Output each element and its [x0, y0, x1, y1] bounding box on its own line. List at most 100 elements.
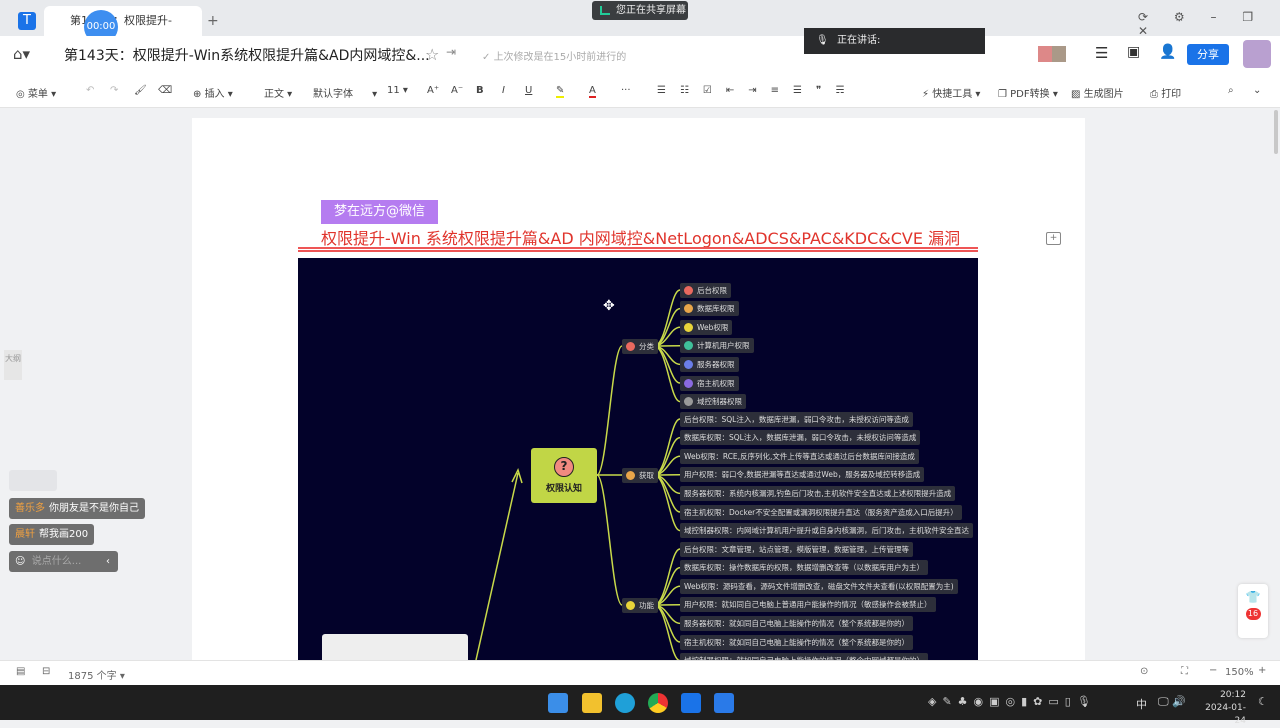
file-explorer-icon[interactable] [582, 693, 602, 713]
word-count[interactable]: 1875 个字 ▾ [68, 667, 125, 682]
paragraph-style-select[interactable]: 正文 ▾ [264, 85, 292, 100]
document-heading[interactable]: 权限提升-Win 系统权限提升篇&AD 内网域控&NetLogon&ADCS&P… [321, 225, 960, 249]
pdf-convert-button[interactable]: ❐ PDF转换 ▾ [998, 85, 1058, 100]
edge-icon[interactable] [615, 693, 635, 713]
star-icon[interactable]: ☆ [425, 45, 439, 64]
doc-title[interactable]: 第143天：权限提升-Win系统权限提升篇&AD内网域控&... [64, 45, 430, 65]
tencent-docs-icon[interactable] [681, 693, 701, 713]
number-marker-icon [684, 286, 693, 295]
mindmap-branch-1: 分类 [622, 339, 658, 354]
mindmap-branch-2: 获取 [622, 468, 658, 483]
play-icon[interactable]: ⊙ [1140, 666, 1148, 677]
notification-icon[interactable]: ☾ [1258, 695, 1268, 708]
menu-icon[interactable]: ☰ [1095, 44, 1108, 62]
volume-icon[interactable]: 🖵 🔊 [1158, 695, 1186, 709]
mindmap-item: 后台权限 [680, 283, 731, 298]
zoom-out-button[interactable]: − [1209, 665, 1217, 676]
redo-icon[interactable]: ↷ [110, 85, 118, 96]
mindmap-item: 数据库权限 [680, 301, 739, 316]
mindmap-item: 用户权限：就如同自己电脑上普通用户能操作的情况（敏感操作会被禁止） [680, 597, 936, 612]
chrome-icon[interactable] [648, 693, 668, 713]
collapse-chat-icon[interactable]: ‹ [106, 551, 110, 572]
app-logo[interactable]: T [18, 12, 36, 30]
search-icon[interactable]: ⌕ [1228, 85, 1234, 96]
ime-indicator[interactable]: 中 [1136, 696, 1147, 712]
settings-icon[interactable]: ⚙ [1174, 10, 1185, 24]
add-comment-icon[interactable]: + [1046, 232, 1061, 245]
collapse-toolbar-icon[interactable]: ⌄ [1253, 85, 1261, 96]
font-grow-icon[interactable]: A⁺ [427, 85, 439, 96]
restore-button[interactable]: ❐ [1242, 10, 1253, 24]
share-button[interactable]: 分享 [1187, 44, 1229, 65]
insert-button[interactable]: ⊕ 插入 ▾ [193, 85, 233, 100]
highlight-icon[interactable]: ✎ [556, 85, 564, 98]
add-user-icon[interactable]: 👤 [1159, 44, 1176, 60]
start-icon[interactable] [548, 693, 568, 713]
home-icon[interactable]: ⌂▾ [13, 45, 30, 63]
print-button[interactable]: ⎙ 打印 [1150, 85, 1181, 100]
sub-node-arrow [476, 473, 518, 660]
meeting-icon[interactable] [714, 693, 734, 713]
system-tray-icons[interactable]: ◈✎♣◉▣◎▮✿▭▯🎙 [928, 695, 1097, 708]
font-shrink-icon[interactable]: A⁻ [451, 85, 463, 96]
present-icon[interactable]: ▣ [1127, 44, 1140, 60]
screen-share-indicator[interactable]: 您正在共享屏幕 [592, 1, 688, 20]
mindmap-item: 计算机用户权限 [680, 338, 754, 353]
number-marker-icon [684, 360, 693, 369]
collaborator-avatars[interactable] [1038, 46, 1066, 62]
move-icon[interactable]: ⇥ [446, 45, 456, 59]
mindmap-item: 数据库权限：SQL注入，数据库泄漏，弱口令攻击，未授权访问等造成 [680, 430, 920, 445]
emoji-icon[interactable]: ☺ [15, 556, 25, 567]
status-bar: ▤ ⊟ 1875 个字 ▾ ⊙ ⛶ − 150% + [0, 660, 1280, 685]
floating-helper[interactable]: 👕16 [1238, 584, 1268, 638]
undo-icon[interactable]: ↶ [86, 85, 94, 96]
list-tools[interactable]: ☰☷☑⇤⇥≡☰❞☴ [657, 85, 858, 96]
mindmap-item: 服务器权限：就如同自己电脑上能操作的情况（整个系统都是你的） [680, 616, 913, 631]
user-avatar[interactable] [1243, 40, 1271, 68]
clock[interactable]: 20:122024-01-24 [1196, 689, 1246, 728]
branch-marker-icon [626, 601, 635, 610]
number-marker-icon [684, 379, 693, 388]
scrollbar[interactable] [1274, 110, 1278, 154]
chat-input[interactable]: ☺ 说点什么...‹ [9, 551, 118, 572]
more-button[interactable]: ··· [621, 85, 631, 96]
outline-toggle[interactable]: 大纲 [4, 350, 22, 380]
mindmap-item: Web权限：源码查看，源码文件增删改查，磁盘文件文件夹查看(以权限配置为主) [680, 579, 958, 594]
font-color-button[interactable]: A [589, 85, 596, 98]
mindmap-item: 域控制器权限：就如同自己电脑上能操作的情况（整个内网域都是你的） [680, 653, 928, 660]
fullscreen-icon[interactable]: ⛶ [1181, 666, 1188, 677]
mindmap-item: 数据库权限：操作数据库的权限，数据增删改查等（以数据库用户为主） [680, 560, 928, 575]
underline-button[interactable]: U [525, 85, 532, 96]
format-painter-icon[interactable]: 🖌 [134, 85, 147, 96]
chat-message: 晨轩帮我画200 [9, 524, 94, 545]
last-edit-status: ✓ 上次修改是在15小时前进行的 [482, 48, 626, 63]
italic-button[interactable]: I [502, 85, 505, 96]
mindmap-item: 服务器权限 [680, 357, 739, 372]
signal-icon [600, 6, 610, 15]
minimize-button[interactable]: – [1210, 10, 1216, 24]
zoom-level[interactable]: 150% [1225, 667, 1254, 678]
mindmap-image[interactable]: ? 权限认知 ✥ 分类后台权限数据库权限Web权限计算机用户权限服务器权限宿主机… [298, 258, 978, 660]
page-layout-icon[interactable]: ⊟ [42, 666, 50, 677]
heading-underline [298, 247, 978, 252]
doc-tab[interactable]: 第143天：权限提升-Win...× [44, 6, 202, 36]
outline-icon[interactable]: ▤ [16, 666, 25, 677]
branch-connector [597, 346, 622, 475]
font-select[interactable]: 默认字体 ▾ [313, 85, 377, 100]
mindmap-item: Web权限 [680, 320, 732, 335]
zoom-in-button[interactable]: + [1258, 665, 1266, 676]
notification-badge: 16 [1246, 608, 1261, 620]
mindmap-center-node: ? 权限认知 [531, 448, 597, 503]
bold-button[interactable]: B [476, 85, 484, 96]
font-size-select[interactable]: 11 ▾ [387, 85, 408, 96]
new-tab-button[interactable]: + [207, 13, 219, 29]
quick-tools-button[interactable]: ⚡ 快捷工具 ▾ [922, 85, 980, 100]
speaking-indicator: 🎙正在讲话: [804, 28, 985, 54]
clear-format-icon[interactable]: ⌫ [158, 85, 172, 96]
mindmap-item: 宿主机权限：就如同自己电脑上能操作的情况（整个系统都是你的） [680, 635, 913, 650]
mindmap-item: 域控制器权限：内网域计算机用户提升或自身内核漏洞，后门攻击，主机软件安全直达 [680, 523, 973, 538]
generate-image-button[interactable]: ▨ 生成图片 [1071, 85, 1124, 100]
menu-button[interactable]: ◎ 菜单 ▾ [16, 85, 56, 100]
mindmap-item: 后台权限：文章管理，站点管理，模版管理，数据管理，上传管理等 [680, 542, 913, 557]
sync-icon[interactable]: ⟳ [1138, 10, 1148, 24]
